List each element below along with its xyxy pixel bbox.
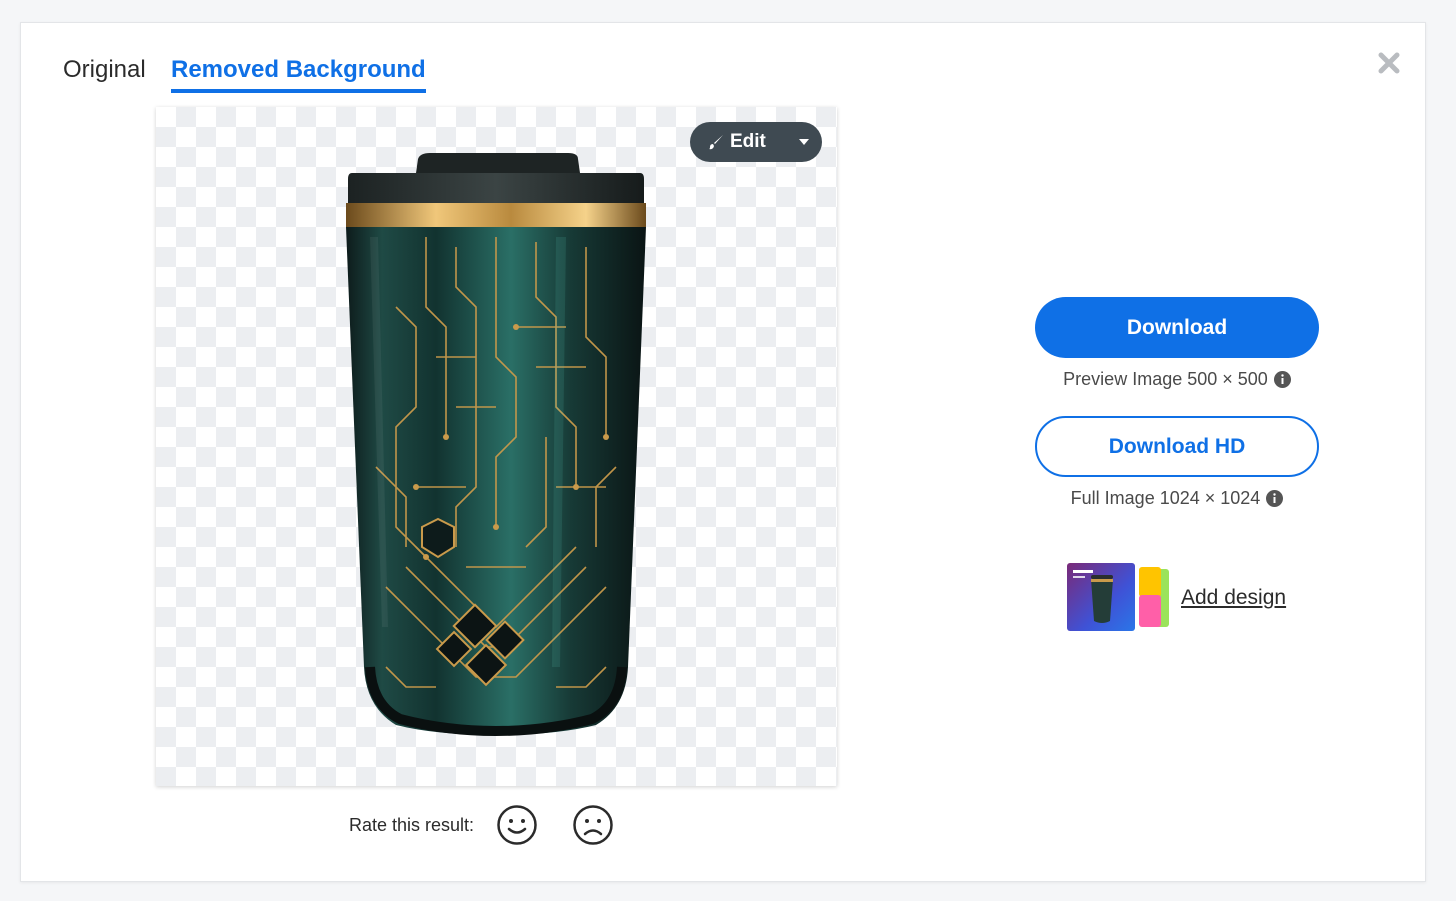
rating-label: Rate this result: (349, 814, 475, 835)
close-icon[interactable] (1375, 49, 1403, 77)
download-hd-button[interactable]: Download HD (1035, 416, 1319, 477)
result-preview: Edit (156, 107, 837, 786)
edit-dropdown-toggle[interactable] (786, 122, 822, 162)
frown-icon[interactable] (572, 804, 614, 846)
result-dialog: Original Removed Background Edit Rate th… (20, 22, 1426, 882)
design-templates-thumbnail (1067, 563, 1169, 631)
info-icon[interactable] (1266, 489, 1284, 507)
add-design-link[interactable]: Add design (1067, 563, 1286, 633)
hd-caption-text: Full Image 1024 × 1024 (1070, 487, 1261, 508)
download-column: Download Preview Image 500 × 500 Downloa… (1035, 297, 1319, 511)
smile-icon[interactable] (496, 804, 538, 846)
tumbler-image (346, 153, 646, 737)
edit-main-button[interactable]: Edit (690, 122, 786, 162)
hd-caption: Full Image 1024 × 1024 (1035, 485, 1319, 511)
info-icon[interactable] (1273, 370, 1291, 388)
brush-icon (709, 135, 723, 150)
preview-caption-text: Preview Image 500 × 500 (1063, 368, 1268, 389)
chevron-down-icon (799, 139, 809, 145)
rating-row: Rate this result: (349, 803, 648, 847)
tab-original[interactable]: Original (63, 55, 146, 85)
preview-caption: Preview Image 500 × 500 (1035, 366, 1319, 392)
edit-button[interactable]: Edit (690, 122, 822, 162)
edit-label: Edit (730, 131, 766, 152)
download-button[interactable]: Download (1035, 297, 1319, 358)
add-design-label: Add design (1181, 586, 1287, 609)
tab-removed-background[interactable]: Removed Background (171, 55, 426, 93)
